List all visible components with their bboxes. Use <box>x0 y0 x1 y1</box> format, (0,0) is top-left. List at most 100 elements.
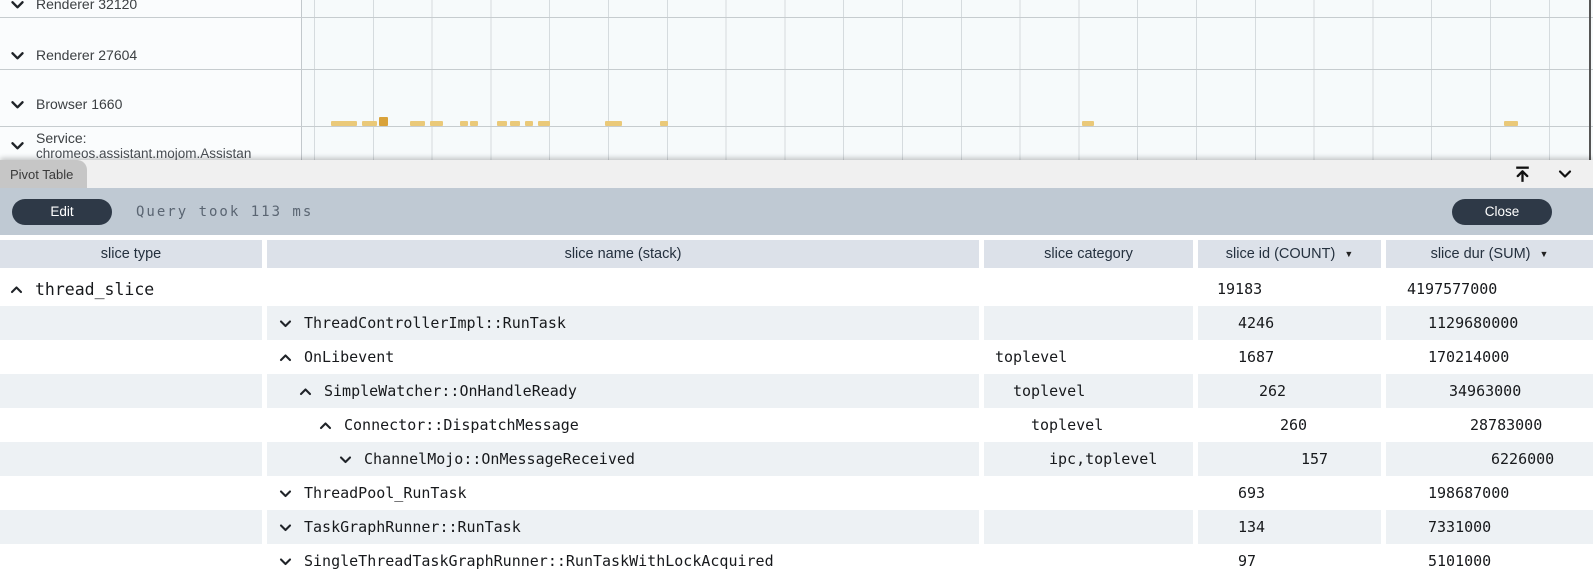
track-row[interactable]: Service:chromeos.assistant.mojom.Assista… <box>8 133 251 157</box>
cell-slice-dur-sum: 34963000 <box>1386 374 1593 408</box>
trace-slice[interactable] <box>331 121 357 126</box>
timeline-grid[interactable] <box>302 0 1593 160</box>
track-separator <box>0 17 1593 18</box>
cell-slice-category: toplevel <box>984 408 1193 442</box>
cell-slice-id-count: 134 <box>1198 510 1381 544</box>
column-header[interactable]: slice dur (SUM) ▼ <box>1386 240 1593 268</box>
column-header-label: slice type <box>101 246 161 262</box>
cell-slice-dur-sum: 28783000 <box>1386 408 1593 442</box>
timeline-right-edge <box>1589 0 1591 160</box>
sort-descending-icon[interactable]: ▼ <box>1344 249 1353 259</box>
sort-descending-icon[interactable]: ▼ <box>1539 249 1548 259</box>
cell-slice-dur-sum: 1129680000 <box>1386 306 1593 340</box>
chevron-down-icon[interactable] <box>277 485 294 502</box>
chevron-down-icon[interactable] <box>337 451 354 468</box>
chevron-up-icon[interactable] <box>297 383 314 400</box>
slice-name-label: SingleThreadTaskGraphRunner::RunTaskWith… <box>304 552 774 570</box>
chevron-down-icon[interactable] <box>277 315 294 332</box>
table-row: thread_slice191834197577000 <box>0 272 1593 306</box>
slice-name-label: TaskGraphRunner::RunTask <box>304 518 521 536</box>
track-separator <box>0 126 1593 127</box>
cell-slice-type <box>0 510 262 544</box>
chevron-up-icon[interactable] <box>277 349 294 366</box>
slice-name-label: ChannelMojo::OnMessageReceived <box>364 450 635 468</box>
cell-slice-name: OnLibevent <box>267 340 979 374</box>
vertical-align-top-icon[interactable] <box>1512 164 1533 185</box>
timeline-section: Renderer 32120 Renderer 27604 Browser 1660… <box>0 0 1593 160</box>
pivot-control-bar: Edit Query took 113 ms Close <box>0 188 1593 235</box>
chevron-down-icon[interactable] <box>1555 164 1575 184</box>
cell-slice-category: ipc,toplevel <box>984 442 1193 476</box>
cell-slice-name: SingleThreadTaskGraphRunner::RunTaskWith… <box>267 544 979 577</box>
cell-slice-dur-sum: 4197577000 <box>1386 272 1593 306</box>
cell-slice-id-count: 260 <box>1198 408 1381 442</box>
trace-slice[interactable] <box>470 121 478 126</box>
trace-slice[interactable] <box>410 121 425 126</box>
cell-slice-category <box>984 272 1193 306</box>
trace-slice[interactable] <box>525 121 533 126</box>
tab-label: Pivot Table <box>10 167 73 182</box>
trace-slice[interactable] <box>460 121 468 126</box>
cell-slice-type: thread_slice <box>0 272 262 306</box>
chevron-down-icon[interactable] <box>277 553 294 570</box>
cell-slice-dur-sum: 198687000 <box>1386 476 1593 510</box>
trace-slice[interactable] <box>510 121 520 126</box>
query-status-text: Query took 113 ms <box>136 204 313 220</box>
track-row[interactable]: Browser 1660 <box>8 92 122 116</box>
trace-slice[interactable] <box>430 121 443 126</box>
slice-name-label: SimpleWatcher::OnHandleReady <box>324 382 577 400</box>
table-row: ThreadPool_RunTask 693198687000 <box>0 476 1593 510</box>
cell-slice-name: SimpleWatcher::OnHandleReady <box>267 374 979 408</box>
slice-name-label: OnLibevent <box>304 348 394 366</box>
table-row: ChannelMojo::OnMessageReceived ipc,toplev… <box>0 442 1593 476</box>
cell-slice-dur-sum: 5101000 <box>1386 544 1593 577</box>
track-row[interactable]: Renderer 27604 <box>8 43 137 67</box>
track-label: Renderer 32120 <box>36 0 137 12</box>
column-header-label: slice id (COUNT) <box>1226 246 1336 262</box>
chevron-down-icon[interactable] <box>8 0 27 14</box>
chevron-down-icon[interactable] <box>8 95 27 114</box>
close-button[interactable]: Close <box>1452 199 1552 225</box>
chevron-down-icon[interactable] <box>277 519 294 536</box>
column-header[interactable]: slice type <box>0 240 262 268</box>
cell-slice-id-count: 157 <box>1198 442 1381 476</box>
cell-slice-type <box>0 374 262 408</box>
cell-slice-type <box>0 340 262 374</box>
slice-name-label: ThreadPool_RunTask <box>304 484 467 502</box>
chevron-down-icon[interactable] <box>8 136 27 155</box>
trace-slice[interactable] <box>362 121 377 126</box>
track-label: Renderer 27604 <box>36 47 137 63</box>
trace-slice[interactable] <box>660 121 668 126</box>
trace-slice[interactable] <box>605 121 622 126</box>
details-tab-bar: Pivot Table <box>0 160 1593 188</box>
chevron-up-icon[interactable] <box>8 281 25 298</box>
cell-slice-id-count: 262 <box>1198 374 1381 408</box>
cell-slice-name: TaskGraphRunner::RunTask <box>267 510 979 544</box>
pivot-table-header-row: slice type slice name (stack)slice catego… <box>0 240 1593 268</box>
tab-pivot-table[interactable]: Pivot Table <box>0 160 87 188</box>
cell-slice-name: ChannelMojo::OnMessageReceived <box>267 442 979 476</box>
cell-slice-type <box>0 544 262 577</box>
column-header[interactable]: slice category <box>984 240 1193 268</box>
tab-bar-spacer <box>87 160 1512 188</box>
cell-slice-dur-sum: 6226000 <box>1386 442 1593 476</box>
column-header-label: slice dur (SUM) <box>1431 246 1531 262</box>
pivot-table: slice type slice name (stack)slice catego… <box>0 240 1593 577</box>
cell-slice-type <box>0 442 262 476</box>
cell-slice-id-count: 693 <box>1198 476 1381 510</box>
track-row[interactable]: Renderer 32120 <box>8 0 137 16</box>
chevron-down-icon[interactable] <box>8 46 27 65</box>
column-header[interactable]: slice name (stack) <box>267 240 979 268</box>
trace-slice[interactable] <box>538 121 550 126</box>
column-header[interactable]: slice id (COUNT) ▼ <box>1198 240 1381 268</box>
cell-slice-type <box>0 306 262 340</box>
cell-slice-category: toplevel <box>984 340 1193 374</box>
table-row: TaskGraphRunner::RunTask1347331000 <box>0 510 1593 544</box>
trace-slice[interactable] <box>379 117 388 126</box>
edit-button[interactable]: Edit <box>12 199 112 225</box>
cell-slice-name: ThreadControllerImpl::RunTask <box>267 306 979 340</box>
trace-slice[interactable] <box>1082 121 1094 126</box>
chevron-up-icon[interactable] <box>317 417 334 434</box>
trace-slice[interactable] <box>497 121 507 126</box>
trace-slice[interactable] <box>1504 121 1518 126</box>
